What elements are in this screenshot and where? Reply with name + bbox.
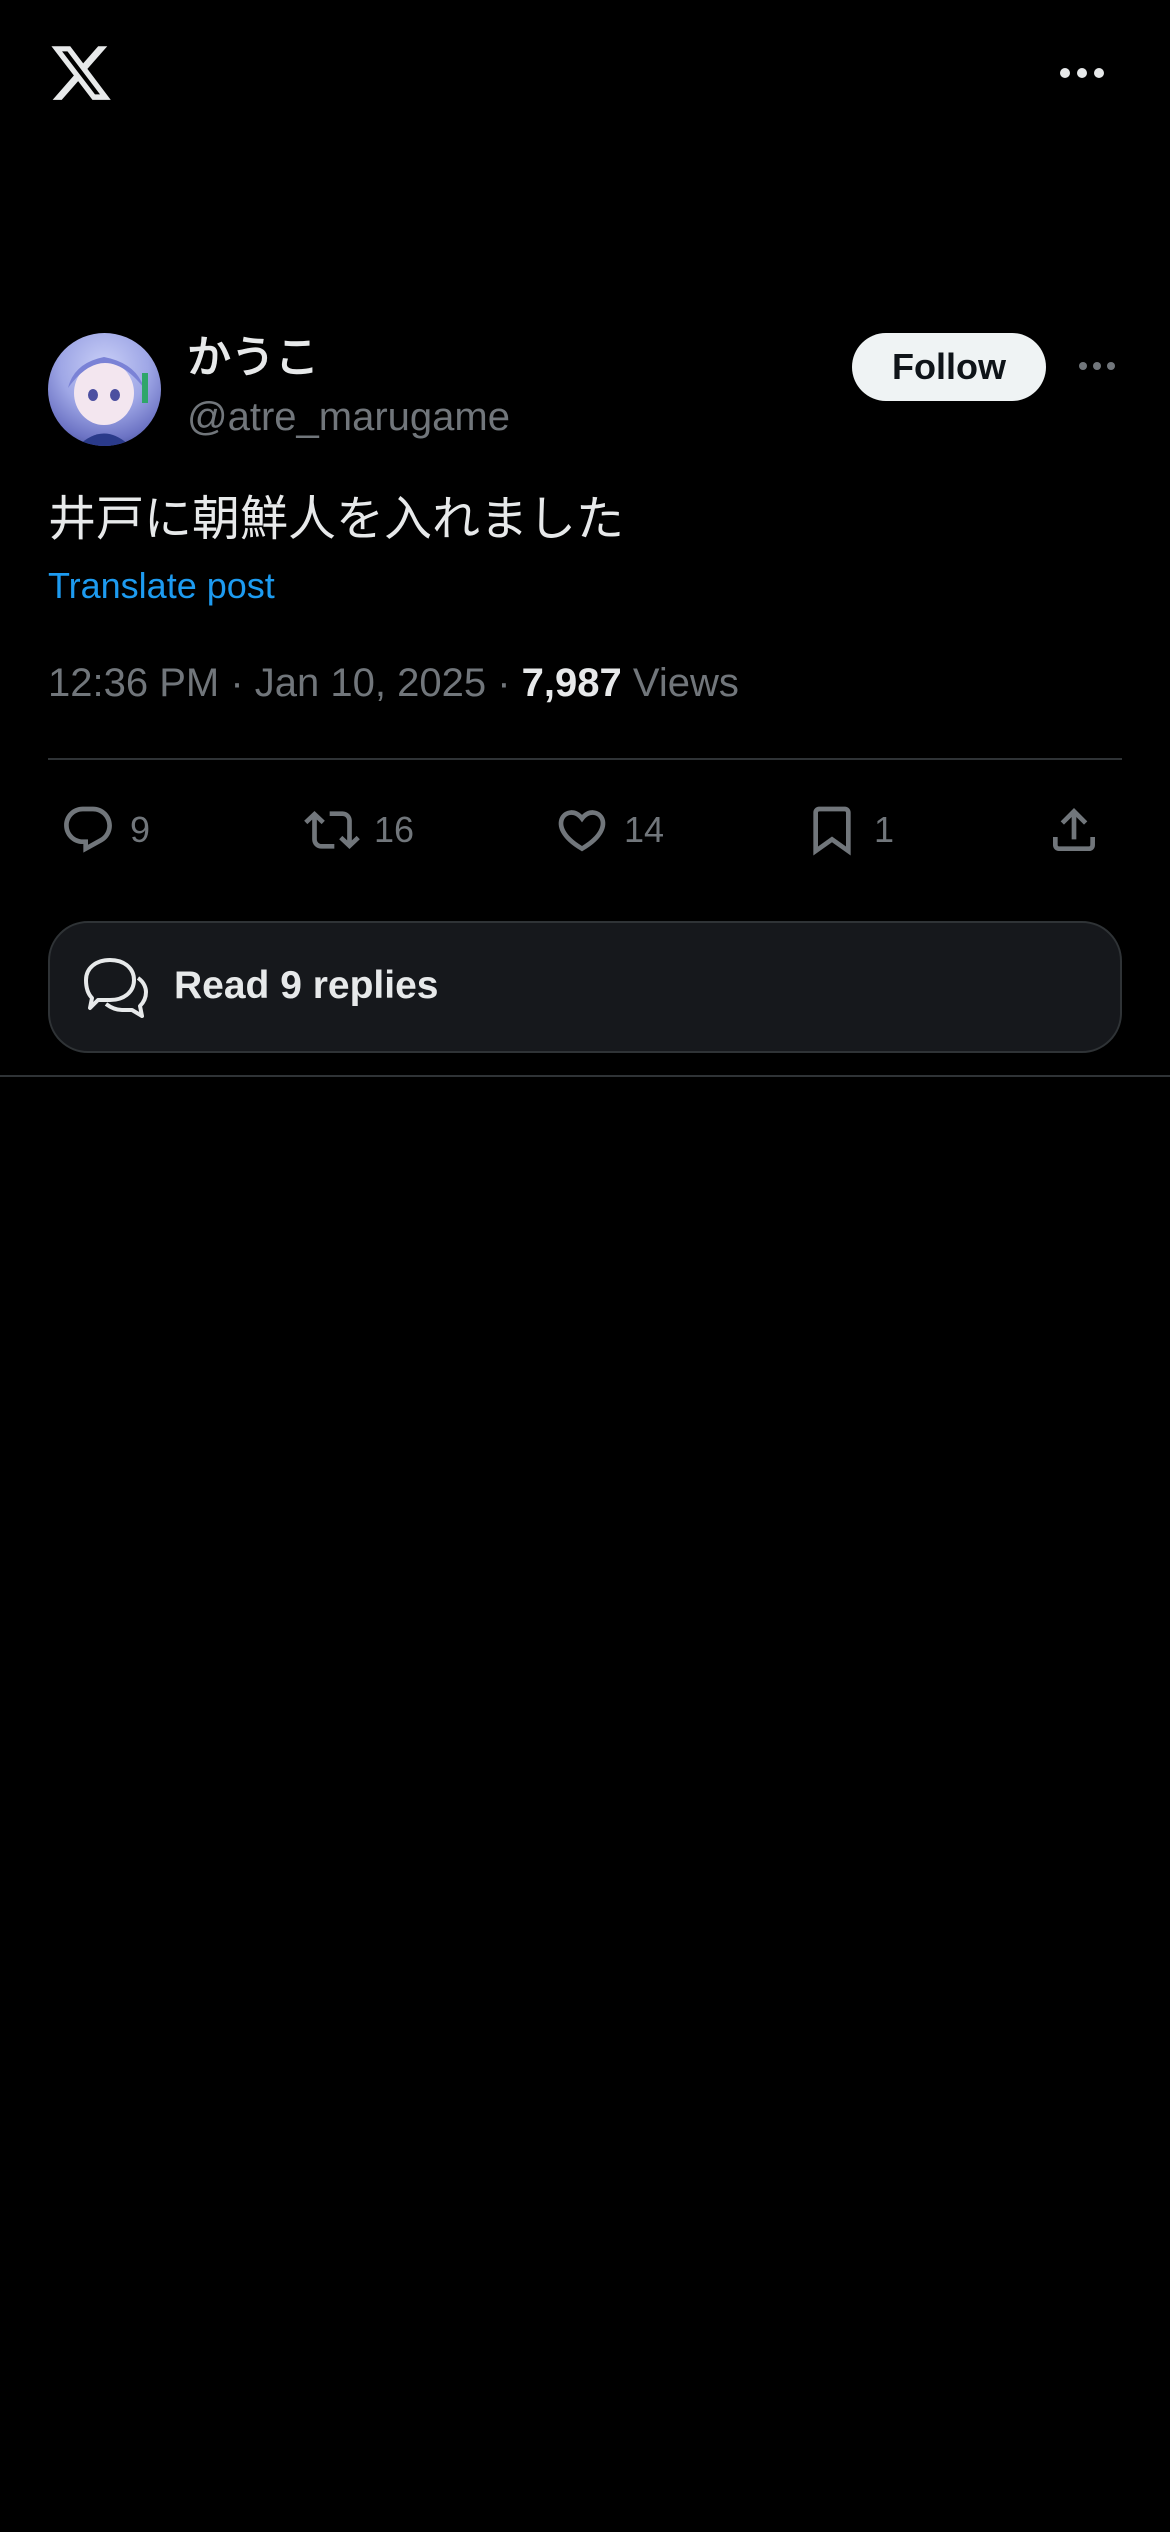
- repost-icon: [304, 811, 360, 849]
- like-count: 14: [624, 809, 665, 850]
- post-text: 井戸に朝鮮人を入れました: [48, 491, 625, 547]
- repost-count: 16: [374, 809, 415, 850]
- repost-button[interactable]: 16: [304, 790, 414, 870]
- translate-post-link[interactable]: Translate post: [48, 562, 275, 610]
- reply-count: 9: [130, 809, 151, 850]
- heart-icon: [558, 810, 606, 852]
- read-replies-label: Read 9 replies: [174, 964, 439, 1007]
- conversation-icon: [84, 958, 148, 1018]
- post-author: かうこ @atre_marugame Follow: [48, 330, 1122, 450]
- meta-separator: ·: [497, 661, 522, 705]
- reply-button[interactable]: 9: [60, 790, 150, 870]
- more-options-button[interactable]: [1042, 50, 1122, 96]
- bookmark-icon: [813, 806, 851, 856]
- read-replies-button[interactable]: Read 9 replies: [48, 921, 1122, 1053]
- author-display-name[interactable]: かうこ: [187, 333, 319, 383]
- share-icon: [1053, 808, 1095, 851]
- top-bar: [0, 0, 1170, 150]
- views-label: Views: [632, 661, 739, 705]
- views-count: 7,987: [521, 661, 622, 705]
- more-horizontal-icon: [1060, 68, 1104, 78]
- author-handle[interactable]: @atre_marugame: [187, 392, 510, 442]
- post-meta: 12:36 PM · Jan 10, 2025 · 7,987 Views: [48, 655, 739, 711]
- share-button[interactable]: [1046, 790, 1102, 870]
- post-more-button[interactable]: [1072, 346, 1122, 386]
- meta-separator: ·: [230, 661, 255, 705]
- bookmark-button[interactable]: 1: [804, 790, 894, 870]
- more-horizontal-icon: [1079, 362, 1115, 370]
- reply-icon: [64, 806, 112, 853]
- bookmark-count: 1: [874, 809, 895, 850]
- post-actions: 9 16 14 1: [48, 790, 1122, 870]
- follow-button[interactable]: Follow: [852, 333, 1046, 401]
- post-date[interactable]: Jan 10, 2025: [255, 661, 486, 705]
- divider: [48, 758, 1122, 760]
- post-time[interactable]: 12:36 PM: [48, 661, 219, 705]
- avatar[interactable]: [48, 333, 161, 446]
- like-button[interactable]: 14: [554, 790, 664, 870]
- x-logo-icon[interactable]: [48, 40, 114, 106]
- avatar-illustration: [68, 357, 148, 446]
- divider: [0, 1075, 1170, 1077]
